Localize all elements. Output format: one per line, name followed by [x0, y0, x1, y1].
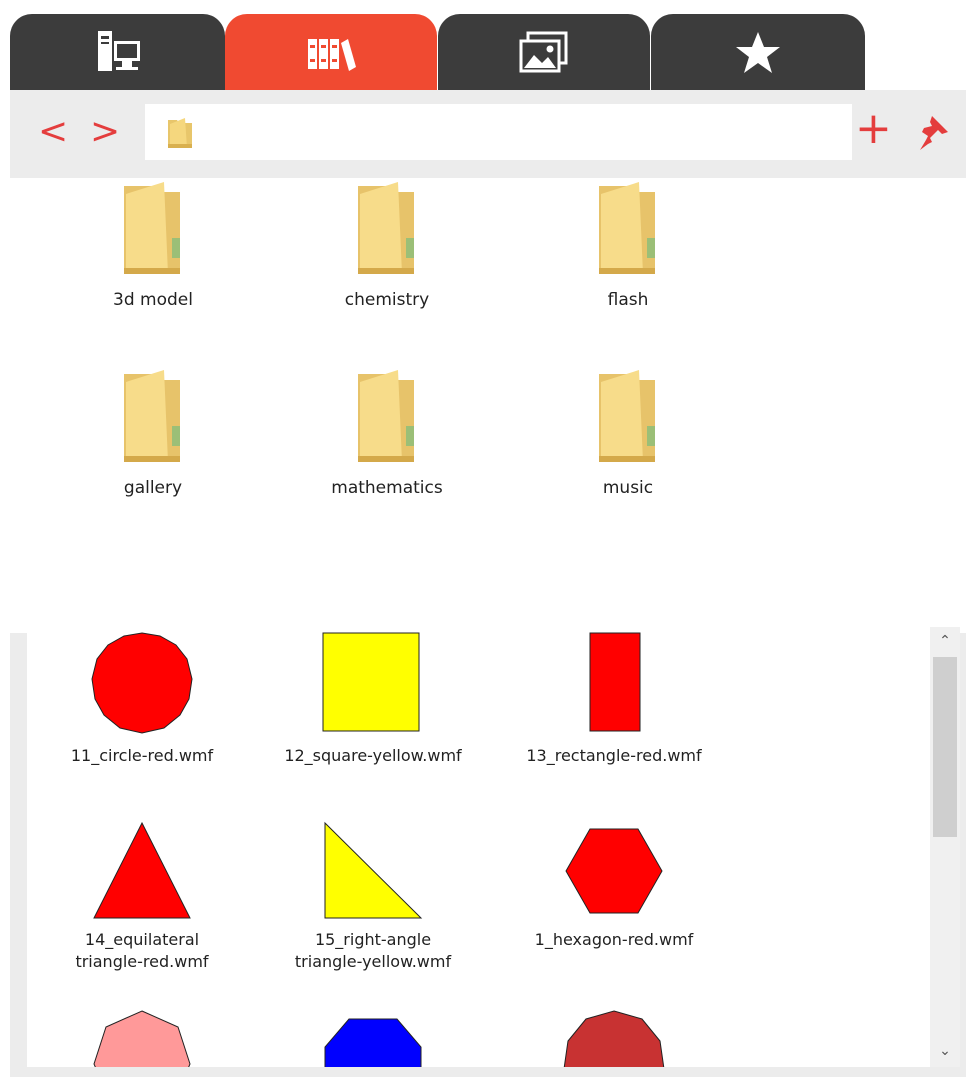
- item-caption: 12_square-yellow.wmf: [284, 746, 462, 765]
- tab-bar: [10, 14, 865, 92]
- circle-shape-thumbnail: [91, 632, 193, 734]
- triangle-shape-thumbnail: [93, 821, 191, 919]
- folder-item[interactable]: chemistry: [297, 178, 477, 310]
- folder-icon: [358, 370, 414, 462]
- star-icon: [736, 32, 780, 73]
- folder-label: music: [602, 478, 654, 498]
- hexagon-shape-thumbnail: [565, 828, 663, 914]
- folder-item[interactable]: mathematics: [297, 366, 477, 498]
- library-books-icon: [308, 39, 356, 71]
- right-triangle-shape-thumbnail: [324, 821, 423, 919]
- navigation-bar: < > +: [10, 90, 966, 178]
- add-button[interactable]: +: [855, 104, 892, 154]
- gallery-item[interactable]: 14_equilateral triangle-red.wmf: [27, 821, 257, 973]
- square-shape-thumbnail: [322, 632, 420, 732]
- back-button[interactable]: <: [38, 112, 68, 152]
- item-caption: 13_rectangle-red.wmf: [526, 746, 702, 765]
- gallery-item[interactable]: 13_rectangle-red.wmf: [499, 631, 729, 767]
- scrollbar-thumb[interactable]: [933, 657, 957, 837]
- folder-item[interactable]: music: [538, 366, 718, 498]
- folder-icon: [124, 370, 180, 462]
- image-gallery-icon: [519, 31, 568, 73]
- scroll-down-icon[interactable]: ⌄: [930, 1043, 960, 1059]
- folder-label: flash: [607, 290, 649, 310]
- folder-grid: 3d model chemistry flash gallery mathema…: [10, 178, 966, 633]
- folder-item[interactable]: flash: [538, 178, 718, 310]
- tab-images[interactable]: [438, 14, 650, 92]
- item-caption: 1_hexagon-red.wmf: [534, 930, 694, 949]
- item-caption-line-2: triangle-yellow.wmf: [294, 952, 452, 971]
- tab-library[interactable]: [225, 14, 437, 92]
- heptagon-shape-thumbnail: [93, 1010, 191, 1067]
- gallery-item[interactable]: [27, 1009, 257, 1067]
- browser-panel: < > + 3d model chemistry flash gallery m…: [10, 90, 966, 1077]
- gallery-item[interactable]: 11_circle-red.wmf: [27, 631, 257, 767]
- resource-gallery: 11_circle-red.wmf 12_square-yellow.wmf 1…: [27, 627, 930, 1067]
- rectangle-shape-thumbnail: [589, 632, 641, 732]
- gallery-scrollbar[interactable]: ⌃ ⌄: [930, 627, 960, 1067]
- pin-icon[interactable]: [918, 112, 952, 152]
- folder-icon: [599, 370, 655, 462]
- tab-favorites[interactable]: [651, 14, 865, 92]
- forward-button[interactable]: >: [90, 112, 120, 152]
- folder-label: chemistry: [344, 290, 430, 310]
- item-caption-line-1: 15_right-angle: [314, 930, 432, 949]
- item-caption: 11_circle-red.wmf: [70, 746, 214, 765]
- folder-label: mathematics: [331, 478, 443, 498]
- folder-label: gallery: [123, 478, 183, 498]
- gallery-item[interactable]: [258, 1017, 488, 1067]
- scroll-up-icon[interactable]: ⌃: [930, 633, 960, 649]
- gallery-item[interactable]: [499, 1009, 729, 1067]
- item-caption-line-1: 14_equilateral: [84, 930, 200, 949]
- gallery-item[interactable]: 15_right-angle triangle-yellow.wmf: [258, 821, 488, 973]
- folder-item[interactable]: 3d model: [63, 178, 243, 310]
- folder-icon: [124, 182, 180, 274]
- nonagon-shape-thumbnail: [563, 1010, 665, 1067]
- folder-icon: [358, 182, 414, 274]
- path-field[interactable]: [145, 104, 852, 160]
- gallery-item[interactable]: 12_square-yellow.wmf: [258, 631, 488, 767]
- item-caption-line-2: triangle-red.wmf: [75, 952, 209, 971]
- computer-icon: [97, 31, 140, 71]
- folder-icon: [168, 118, 192, 148]
- gallery-item[interactable]: 1_hexagon-red.wmf: [499, 821, 729, 951]
- folder-icon: [599, 182, 655, 274]
- tab-computer[interactable]: [10, 14, 225, 92]
- folder-item[interactable]: gallery: [63, 366, 243, 498]
- folder-label: 3d model: [113, 290, 193, 310]
- octagon-shape-thumbnail: [324, 1018, 422, 1067]
